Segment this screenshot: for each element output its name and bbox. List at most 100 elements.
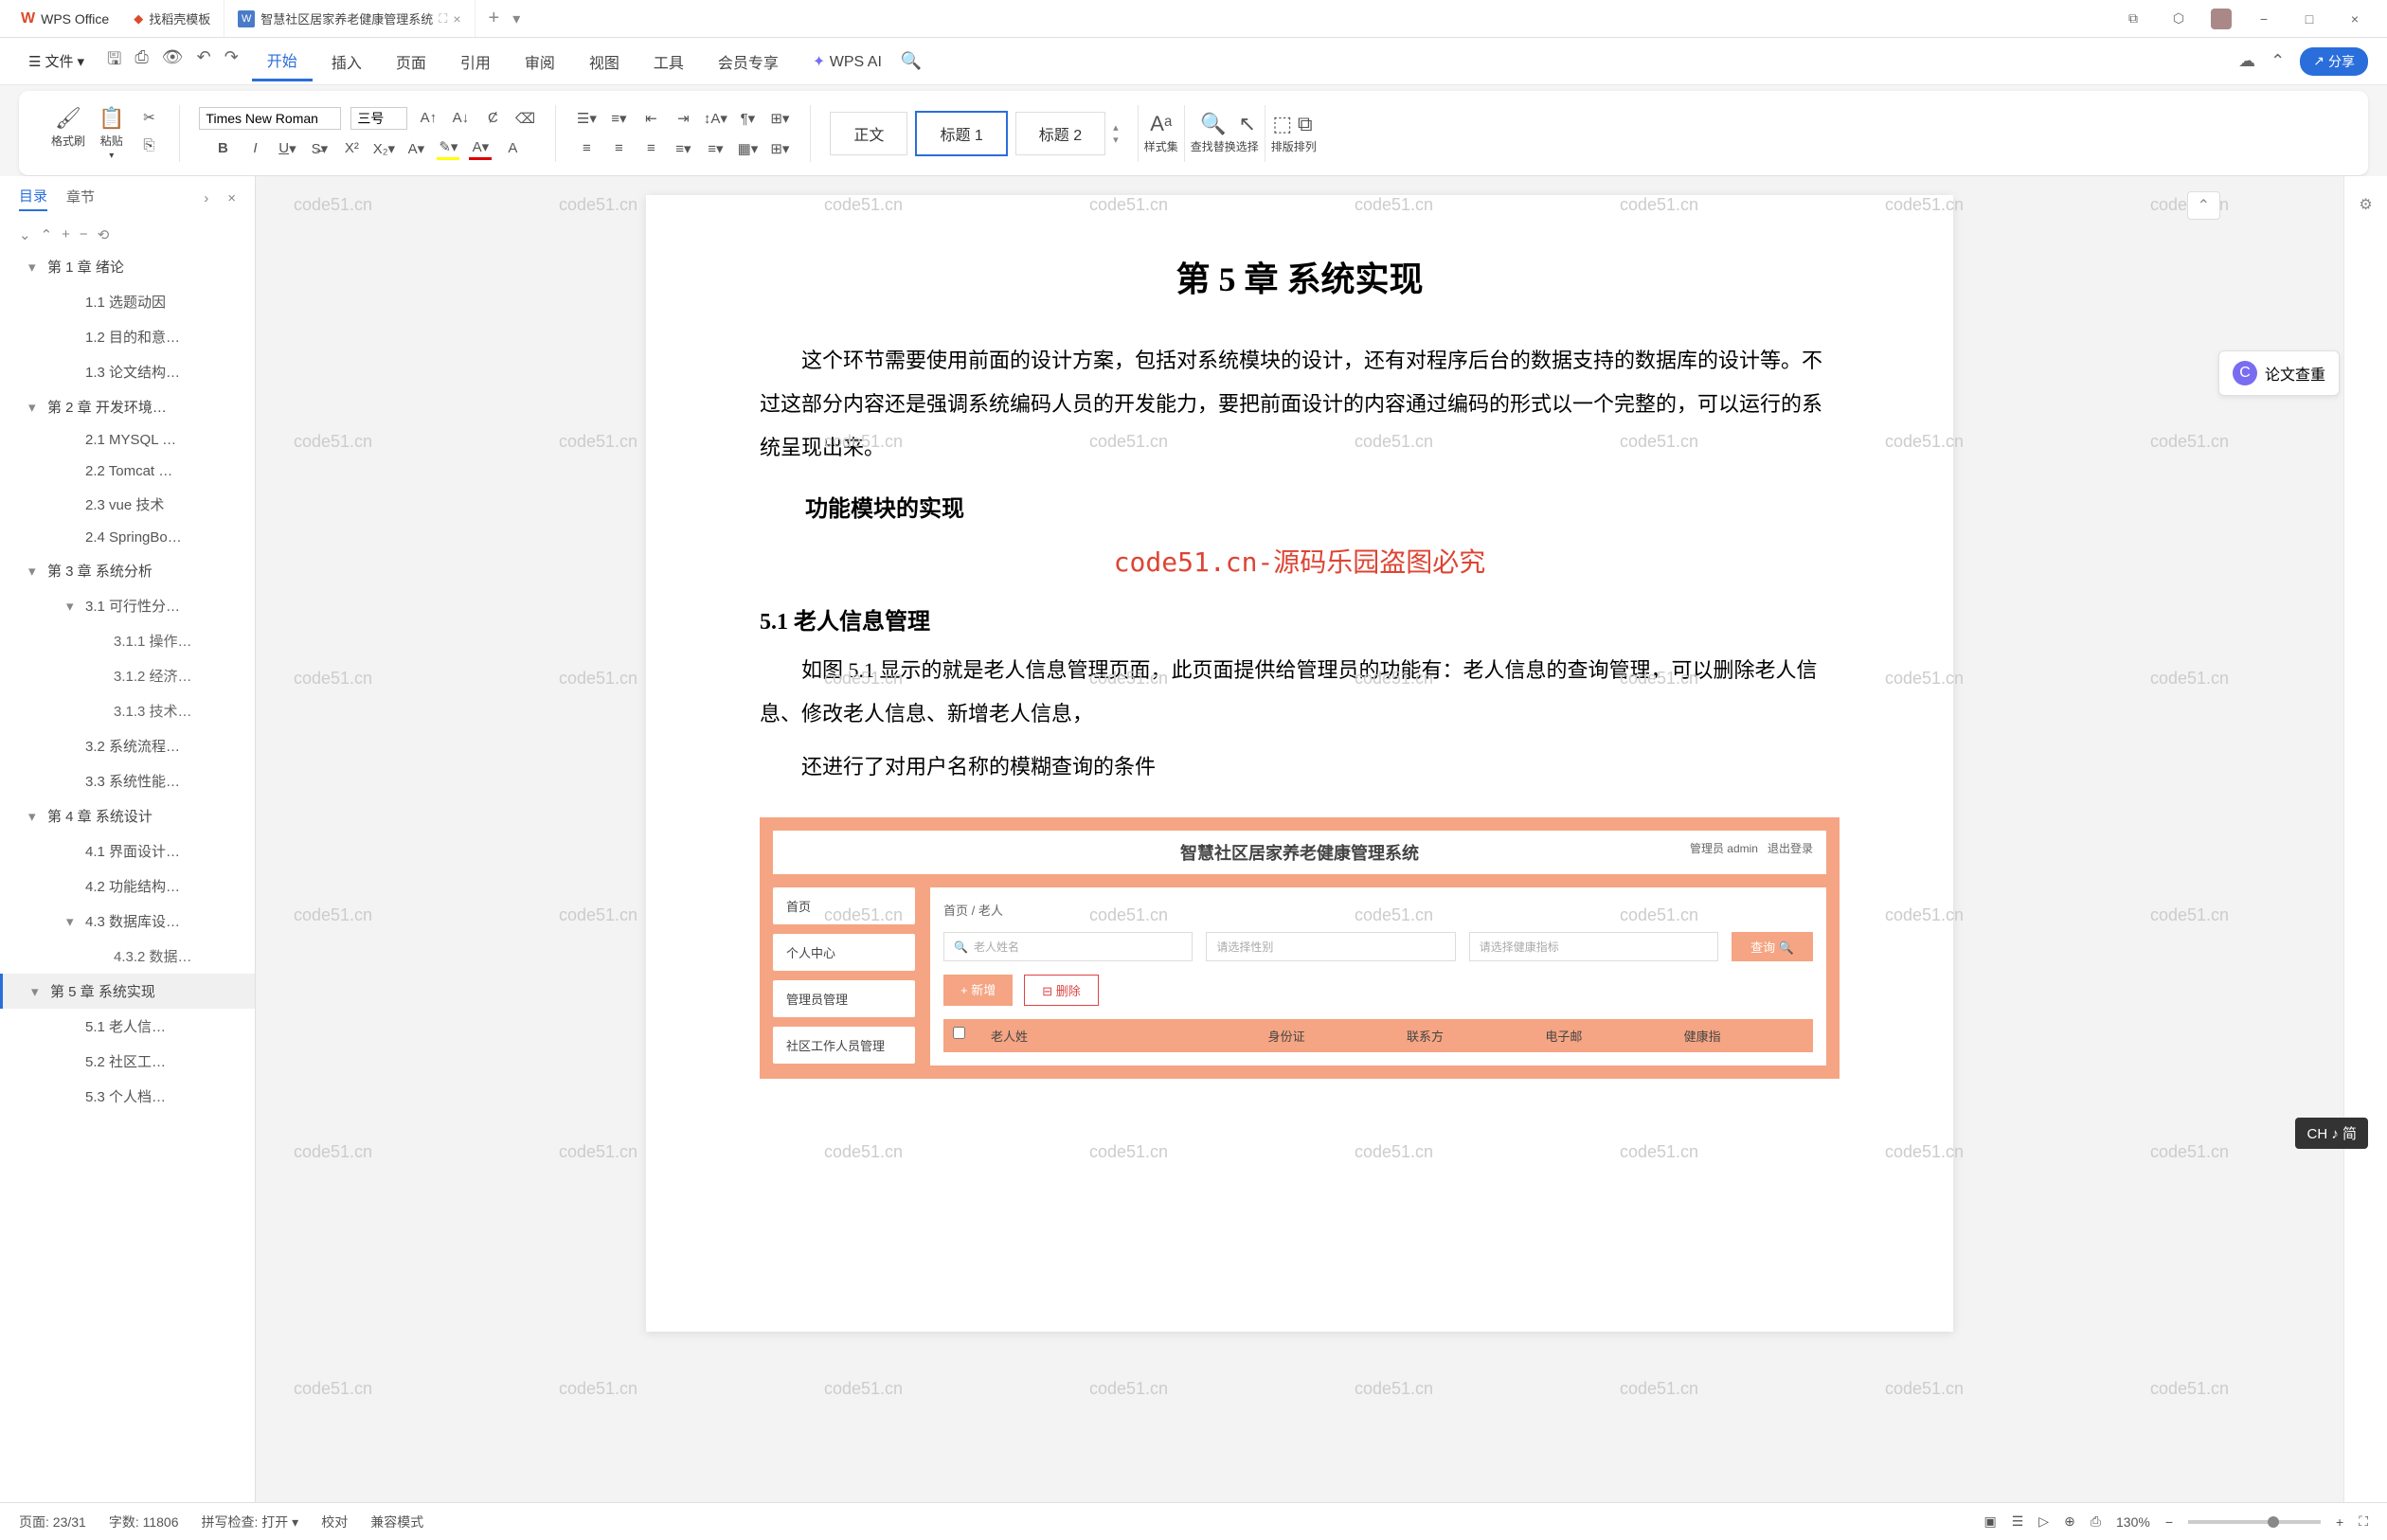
close-tab-icon[interactable]: × (453, 11, 460, 27)
bold-icon[interactable]: B (211, 137, 234, 160)
select-button[interactable]: ↖选择 (1236, 112, 1259, 154)
redo-icon[interactable]: ↷ (224, 47, 239, 76)
remove-icon[interactable]: − (80, 226, 88, 243)
font-size-select[interactable] (350, 107, 407, 130)
bullet-list-icon[interactable]: ☰▾ (575, 107, 598, 130)
arrange-button[interactable]: ⬚排版 (1271, 112, 1294, 154)
menu-view[interactable]: 视图 (574, 43, 635, 81)
outline-item[interactable]: ▾第 4 章 系统设计 (0, 798, 255, 833)
preview-icon[interactable]: 👁 (162, 47, 184, 76)
add-icon[interactable]: + (62, 226, 70, 243)
menu-start[interactable]: 开始 (252, 41, 313, 81)
menu-member[interactable]: 会员专享 (703, 43, 794, 81)
outline-item[interactable]: 2.1 MYSQL … (0, 424, 255, 456)
outline-item[interactable]: 3.3 系统性能… (0, 763, 255, 798)
style-h2[interactable]: 标题 2 (1015, 112, 1105, 155)
outline-item[interactable]: ▾第 5 章 系统实现 (0, 974, 255, 1009)
shading-icon[interactable]: ▦▾ (736, 137, 759, 160)
menu-reference[interactable]: 引用 (445, 43, 506, 81)
collapse-handle-icon[interactable]: ⌃ (2187, 191, 2220, 220)
superscript-icon[interactable]: X² (340, 137, 363, 160)
change-case-icon[interactable]: Ȼ (481, 107, 504, 130)
cloud-icon[interactable]: ☁ (2238, 51, 2255, 71)
style-h1[interactable]: 标题 1 (915, 111, 1007, 156)
undo-icon[interactable]: ↶ (197, 47, 211, 76)
tabs-icon[interactable]: ⊞▾ (768, 137, 791, 160)
view-page-icon[interactable]: ▣ (1983, 1513, 1996, 1530)
italic-icon[interactable]: I (243, 137, 266, 160)
close-panel-icon[interactable]: × (227, 190, 236, 206)
tab-chapter[interactable]: 章节 (66, 187, 95, 210)
avatar-icon[interactable] (2211, 9, 2232, 29)
chevron-down-icon[interactable]: ▾ (28, 563, 42, 580)
collapse-ribbon-icon[interactable]: ⌃ (2270, 51, 2285, 71)
chevron-down-icon[interactable]: ▾ (28, 259, 42, 276)
outline-item[interactable]: ▾第 1 章 绪论 (0, 249, 255, 284)
settings-icon[interactable]: ⚙ (2359, 195, 2372, 214)
outline-item[interactable]: ▾第 2 章 开发环境… (0, 389, 255, 424)
chevron-down-icon[interactable]: ▾ (31, 983, 45, 1000)
view-read-icon[interactable]: ⊕ (2064, 1513, 2075, 1530)
chevron-down-icon[interactable]: ▾ (66, 598, 80, 615)
cube-icon[interactable]: ⬡ (2165, 6, 2192, 32)
decrease-indent-icon[interactable]: ⇤ (639, 107, 662, 130)
style-normal[interactable]: 正文 (830, 112, 907, 155)
align-center-icon[interactable]: ≡ (607, 137, 630, 160)
outline-item[interactable]: ▾第 3 章 系统分析 (0, 553, 255, 588)
menu-wpsai[interactable]: ✦ WPS AI (798, 45, 897, 79)
proofread[interactable]: 校对 (321, 1513, 348, 1531)
spell-check[interactable]: 拼写检查: 打开 ▾ (202, 1513, 299, 1531)
view-web-icon[interactable]: ▷ (2038, 1513, 2049, 1530)
font-color-icon[interactable]: A▾ (469, 137, 492, 160)
align-left-icon[interactable]: ≡ (575, 137, 598, 160)
menu-review[interactable]: 审阅 (510, 43, 570, 81)
zoom-slider[interactable] (2188, 1520, 2321, 1524)
save-icon[interactable]: 🖫 (107, 47, 121, 76)
outline-item[interactable]: 3.1.3 技术… (0, 693, 255, 728)
font-color2-icon[interactable]: A (501, 137, 524, 160)
chevron-down-icon[interactable]: ▾ (66, 913, 80, 930)
chevron-down-icon[interactable]: ▾ (28, 399, 42, 416)
number-list-icon[interactable]: ≡▾ (607, 107, 630, 130)
clear-format-icon[interactable]: ⌫ (513, 107, 536, 130)
outline-item[interactable]: 2.4 SpringBo… (0, 522, 255, 553)
menu-tools[interactable]: 工具 (638, 43, 699, 81)
outline-item[interactable]: 1.1 选题动因 (0, 284, 255, 319)
word-count[interactable]: 字数: 11806 (109, 1513, 179, 1531)
chevron-right-icon[interactable]: › (204, 190, 208, 206)
increase-font-icon[interactable]: A↑ (417, 107, 440, 130)
zoom-label[interactable]: 130% (2116, 1514, 2150, 1530)
document-area[interactable]: 第 5 章 系统实现 这个环节需要使用前面的设计方案，包括对系统模块的设计，还有… (256, 176, 2343, 1508)
subscript-icon[interactable]: X₂▾ (372, 137, 395, 160)
menu-insert[interactable]: 插入 (316, 43, 377, 81)
page-indicator[interactable]: 页面: 23/31 (19, 1513, 86, 1531)
increase-indent-icon[interactable]: ⇥ (672, 107, 694, 130)
minimize-icon[interactable]: − (2251, 6, 2277, 32)
style-scroll-up-icon[interactable]: ▴ (1113, 121, 1119, 134)
outline-item[interactable]: 2.3 vue 技术 (0, 487, 255, 522)
sort-icon[interactable]: ↕A▾ (704, 107, 727, 130)
cut-icon[interactable]: ✂ (137, 106, 160, 129)
zoom-out-icon[interactable]: − (2165, 1514, 2173, 1530)
print-icon[interactable]: ⎙ (135, 47, 148, 76)
underline-icon[interactable]: U▾ (276, 137, 298, 160)
paste-button[interactable]: 📋粘贴▾ (99, 106, 124, 161)
file-menu[interactable]: ☰ 文件 ▾ (19, 51, 94, 71)
link-icon[interactable]: ⟲ (98, 226, 110, 243)
maximize-icon[interactable]: □ (2296, 6, 2323, 32)
justify-icon[interactable]: ≡▾ (672, 137, 694, 160)
arrange2-button[interactable]: ⧉排列 (1294, 112, 1317, 154)
style-scroll-down-icon[interactable]: ▾ (1113, 134, 1119, 146)
paper-check-button[interactable]: C 论文查重 (2218, 350, 2340, 396)
border-icon[interactable]: ⊞▾ (768, 107, 791, 130)
align-right-icon[interactable]: ≡ (639, 137, 662, 160)
outline-item[interactable]: 5.1 老人信… (0, 1009, 255, 1044)
zoom-in-icon[interactable]: + (2336, 1514, 2343, 1530)
fullscreen-icon[interactable]: ⛶ (2359, 1513, 2368, 1530)
text-effect-icon[interactable]: A▾ (404, 137, 427, 160)
outline-item[interactable]: 3.1.1 操作… (0, 623, 255, 658)
share-button[interactable]: ↗ 分享 (2300, 47, 2368, 76)
strikethrough-icon[interactable]: S̶▾ (308, 137, 331, 160)
outline-item[interactable]: 3.1.2 经济… (0, 658, 255, 693)
tab-outline[interactable]: 目录 (19, 186, 47, 211)
